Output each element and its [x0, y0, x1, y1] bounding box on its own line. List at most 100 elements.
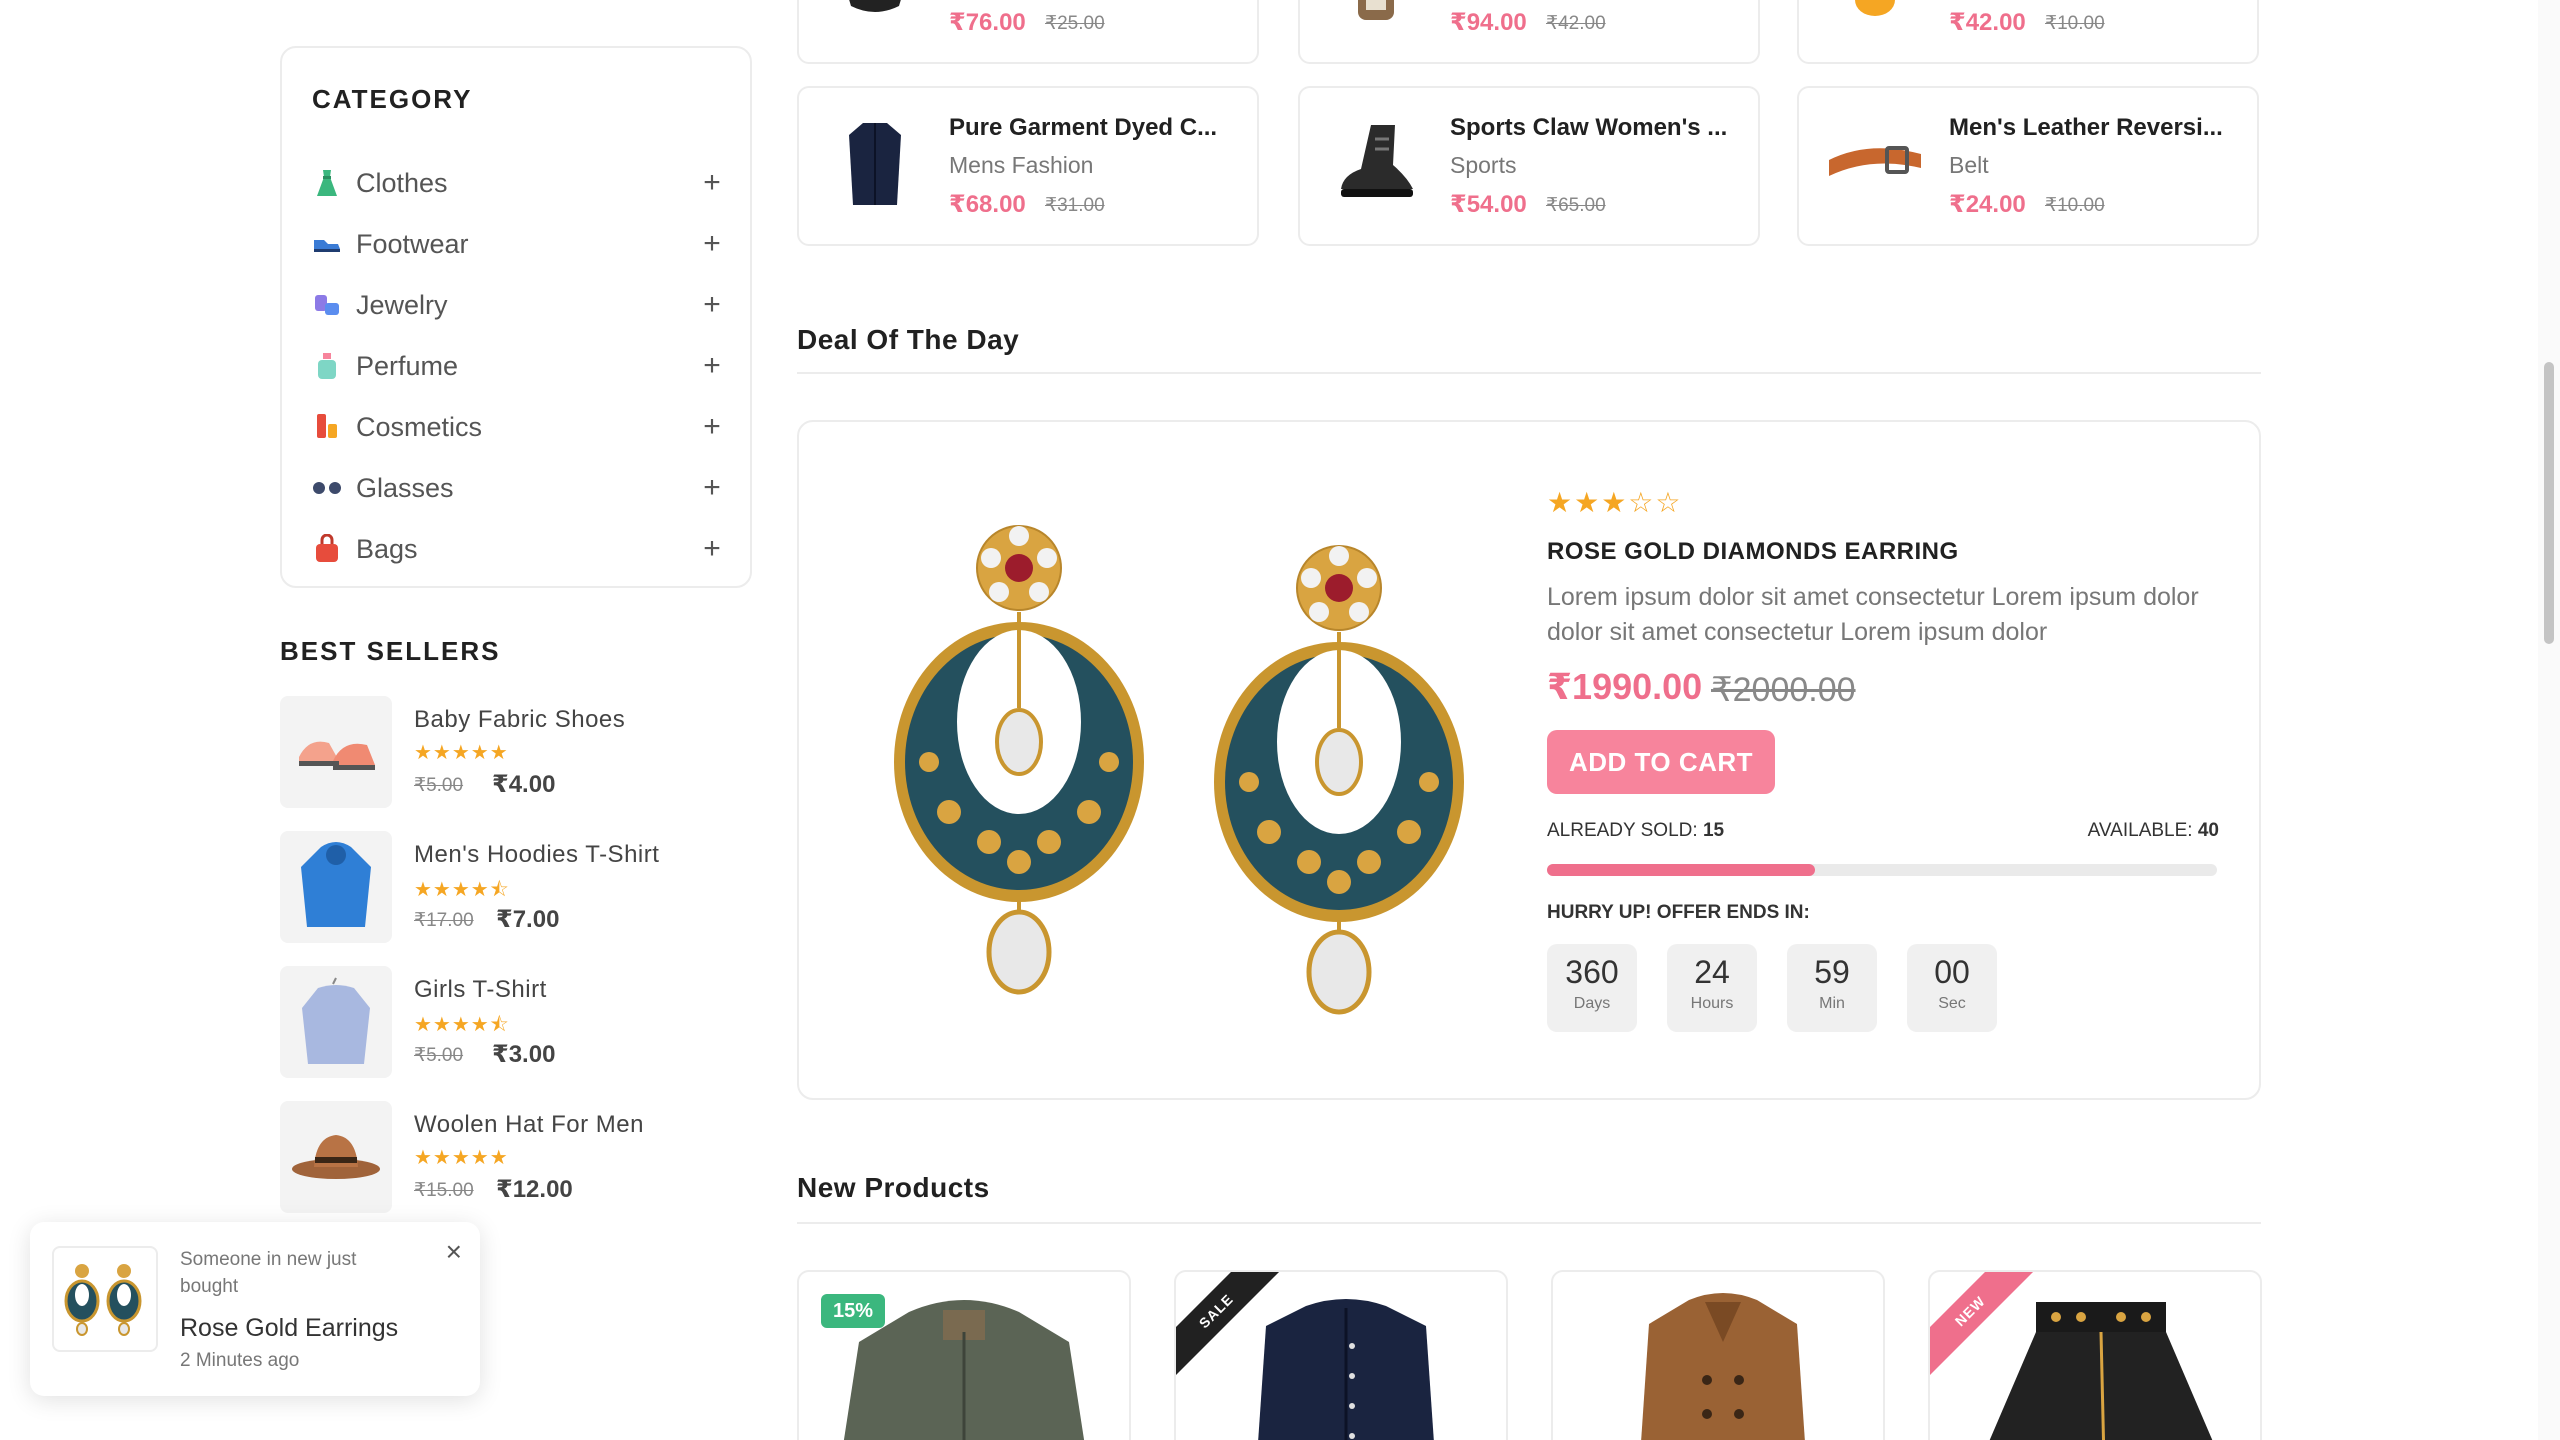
product-card[interactable]: ₹94.00 ₹42.00	[1298, 0, 1760, 64]
best-seller-item[interactable]: Baby Fabric Shoes ★★★★★ ₹5.00 ₹4.00	[280, 696, 760, 810]
old-price: ₹15.00	[414, 1180, 474, 1201]
price: ₹94.00	[1450, 9, 1527, 36]
deal-product-name[interactable]: ROSE GOLD DIAMONDS EARRING	[1547, 538, 1959, 566]
countdown-unit: Sec	[1938, 995, 1966, 1012]
toast-product-image[interactable]	[52, 1246, 158, 1352]
category-item-bags[interactable]: Bags +	[312, 524, 724, 574]
plus-icon[interactable]: +	[700, 288, 724, 322]
cosmetics-icon	[312, 412, 342, 442]
new-product-card[interactable]: SALE	[1174, 1270, 1508, 1440]
product-card[interactable]: Sports Claw Women's ... Sports ₹54.00 ₹6…	[1298, 86, 1760, 246]
new-product-card[interactable]	[1551, 1270, 1885, 1440]
category-item-cosmetics[interactable]: Cosmetics +	[312, 402, 724, 452]
product-card[interactable]: ₹76.00 ₹25.00	[797, 0, 1259, 64]
old-price: ₹31.00	[1045, 195, 1105, 216]
product-thumbnail[interactable]	[280, 831, 392, 943]
countdown-value: 00	[1934, 954, 1970, 990]
product-name[interactable]: Woolen Hat For Men	[414, 1111, 644, 1139]
product-image[interactable]	[1326, 114, 1426, 214]
product-thumbnail[interactable]	[280, 966, 392, 1078]
countdown-value: 59	[1814, 954, 1850, 990]
best-seller-item[interactable]: Woolen Hat For Men ★★★★★ ₹15.00 ₹12.00	[280, 1101, 760, 1215]
jewelry-icon	[312, 290, 342, 320]
product-card[interactable]: Pure Garment Dyed C... Mens Fashion ₹68.…	[797, 86, 1259, 246]
product-image[interactable]	[1633, 1290, 1813, 1440]
product-title[interactable]: Sports Claw Women's ...	[1450, 114, 1740, 142]
countdown-unit: Min	[1819, 995, 1845, 1012]
section-divider	[797, 372, 2261, 374]
new-product-card[interactable]: 15%	[797, 1270, 1131, 1440]
countdown-hours: 24 Hours	[1667, 944, 1757, 1032]
perfume-icon	[312, 351, 342, 381]
scrollbar-thumb[interactable]	[2544, 362, 2554, 644]
best-sellers-title: BEST SELLERS	[280, 636, 501, 666]
product-image[interactable]	[825, 114, 925, 214]
product-name[interactable]: Baby Fabric Shoes	[414, 706, 625, 734]
old-price: ₹10.00	[2045, 13, 2105, 34]
countdown-seconds: 00 Sec	[1907, 944, 1997, 1032]
product-image[interactable]	[1976, 1292, 2226, 1440]
stock-progress-bar	[1547, 864, 2217, 876]
rating-stars: ★★★☆☆	[1547, 487, 1683, 518]
old-price: ₹17.00	[414, 910, 474, 931]
product-thumbnail[interactable]	[280, 1101, 392, 1213]
category-item-jewelry[interactable]: Jewelry +	[312, 280, 724, 330]
countdown-minutes: 59 Min	[1787, 944, 1877, 1032]
category-item-glasses[interactable]: Glasses +	[312, 463, 724, 513]
plus-icon[interactable]: +	[700, 227, 724, 261]
old-price: ₹10.00	[2045, 195, 2105, 216]
product-image[interactable]	[1825, 0, 1925, 26]
countdown-value: 360	[1565, 954, 1619, 990]
price: ₹12.00	[496, 1176, 573, 1203]
product-image[interactable]	[1256, 1296, 1436, 1440]
category-item-perfume[interactable]: Perfume +	[312, 341, 724, 391]
plus-icon[interactable]: +	[700, 349, 724, 383]
deal-section-title: Deal Of The Day	[797, 324, 1020, 355]
deal-price: ₹1990.00	[1547, 666, 1703, 707]
price: ₹3.00	[492, 1041, 556, 1068]
purchase-toast: Someone in new just bought Rose Gold Ear…	[30, 1222, 480, 1396]
scrollbar-track[interactable]	[2538, 0, 2560, 1440]
product-category[interactable]: Belt	[1949, 152, 1989, 179]
price: ₹54.00	[1450, 191, 1527, 218]
plus-icon[interactable]: +	[700, 471, 724, 505]
product-category[interactable]: Sports	[1450, 152, 1516, 179]
product-card[interactable]: ₹42.00 ₹10.00	[1797, 0, 2259, 64]
category-item-clothes[interactable]: Clothes +	[312, 158, 724, 208]
best-seller-item[interactable]: Girls T-Shirt ★★★★⯪ ₹5.00 ₹3.00	[280, 966, 760, 1080]
toast-product-name[interactable]: Rose Gold Earrings	[180, 1314, 398, 1343]
price: ₹76.00	[949, 9, 1026, 36]
plus-icon[interactable]: +	[700, 532, 724, 566]
deal-product-image[interactable]	[869, 512, 1489, 1032]
product-card[interactable]: Men's Leather Reversi... Belt ₹24.00 ₹10…	[1797, 86, 2259, 246]
product-name[interactable]: Men's Hoodies T-Shirt	[414, 841, 659, 869]
new-product-card[interactable]: NEW	[1928, 1270, 2262, 1440]
stock-progress-fill	[1547, 864, 1815, 876]
category-label: Jewelry	[356, 289, 448, 320]
already-sold-label: ALREADY SOLD:	[1547, 820, 1698, 841]
old-price: ₹42.00	[1546, 13, 1606, 34]
add-to-cart-button[interactable]: ADD TO CART	[1547, 730, 1775, 794]
product-title[interactable]: Pure Garment Dyed C...	[949, 114, 1239, 142]
already-sold: ALREADY SOLD: 15	[1547, 820, 1724, 842]
old-price: ₹5.00	[414, 1045, 464, 1066]
available-value: 40	[2197, 820, 2219, 841]
plus-icon[interactable]: +	[700, 166, 724, 200]
close-icon[interactable]: ×	[446, 1236, 462, 1268]
rating-stars: ★★★★⯪	[414, 1014, 510, 1036]
product-thumbnail[interactable]	[280, 696, 392, 808]
countdown-unit: Days	[1573, 995, 1611, 1012]
product-image[interactable]	[1825, 114, 1925, 214]
product-name[interactable]: Girls T-Shirt	[414, 976, 547, 1004]
product-category[interactable]: Mens Fashion	[949, 152, 1093, 179]
product-image[interactable]	[1326, 0, 1426, 26]
bag-icon	[312, 534, 342, 564]
category-item-footwear[interactable]: Footwear +	[312, 219, 724, 269]
available-label: AVAILABLE:	[2087, 820, 2193, 841]
product-image[interactable]	[825, 0, 925, 26]
glasses-icon	[312, 473, 342, 503]
product-title[interactable]: Men's Leather Reversi...	[1949, 114, 2239, 142]
deal-old-price: ₹2000.00	[1711, 671, 1856, 709]
plus-icon[interactable]: +	[700, 410, 724, 444]
best-seller-item[interactable]: Men's Hoodies T-Shirt ★★★★⯪ ₹17.00 ₹7.00	[280, 831, 760, 945]
